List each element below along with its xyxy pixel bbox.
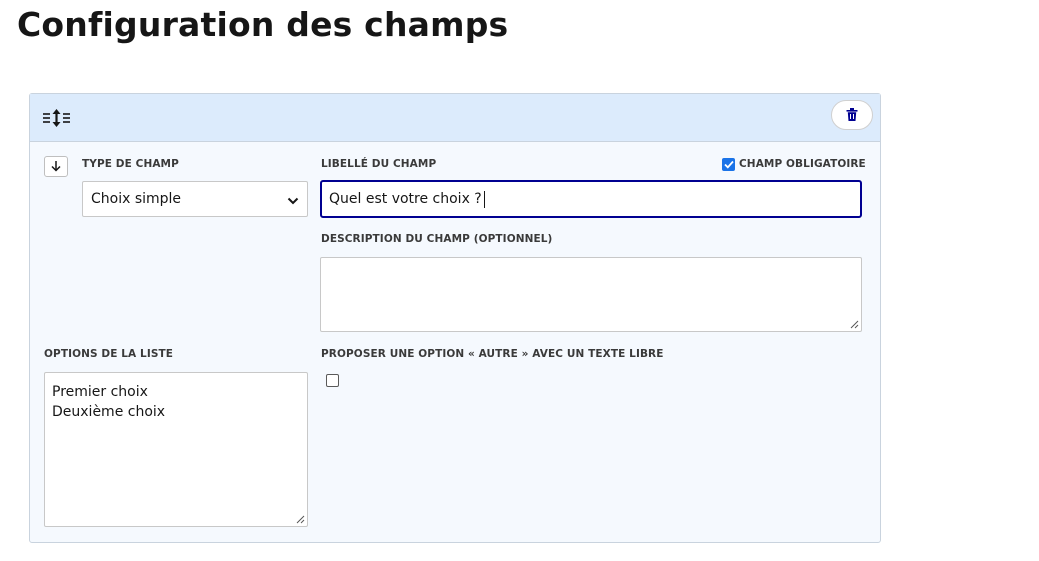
field-type-value: Choix simple — [91, 191, 182, 207]
field-label-value: Quel est votre choix ? — [329, 191, 482, 207]
field-label-input[interactable]: Quel est votre choix ? — [320, 180, 862, 218]
trash-icon — [846, 106, 858, 125]
required-label[interactable]: CHAMP OBLIGATOIRE — [739, 158, 866, 170]
field-type-select[interactable]: Choix simple — [82, 181, 308, 217]
text-caret — [483, 190, 485, 208]
description-textarea[interactable] — [320, 257, 862, 332]
field-type-label: TYPE DE CHAMP — [82, 158, 179, 170]
description-label: DESCRIPTION DU CHAMP (OPTIONNEL) — [321, 233, 553, 245]
options-value: Premier choix Deuxième choix — [52, 384, 166, 420]
other-option-checkbox[interactable] — [326, 374, 339, 387]
required-checkbox[interactable] — [722, 158, 735, 171]
move-down-button[interactable] — [44, 156, 68, 177]
card-header — [30, 94, 880, 142]
checkmark-icon — [723, 160, 734, 169]
field-label-label: LIBELLÉ DU CHAMP — [321, 158, 437, 170]
chevron-down-icon — [287, 194, 299, 210]
field-card: TYPE DE CHAMP Choix simple LIBELLÉ DU CH… — [29, 93, 881, 543]
resize-handle-icon[interactable] — [296, 515, 305, 524]
options-label: OPTIONS DE LA LISTE — [44, 348, 174, 360]
drag-reorder-icon[interactable] — [42, 108, 72, 128]
other-option-label: PROPOSER UNE OPTION « AUTRE » AVEC UN TE… — [321, 348, 664, 360]
delete-field-button[interactable] — [831, 100, 873, 130]
options-textarea[interactable]: Premier choix Deuxième choix — [44, 372, 308, 527]
arrow-down-icon — [50, 157, 62, 176]
resize-handle-icon[interactable] — [850, 320, 859, 329]
page-title: Configuration des champs — [17, 5, 509, 44]
